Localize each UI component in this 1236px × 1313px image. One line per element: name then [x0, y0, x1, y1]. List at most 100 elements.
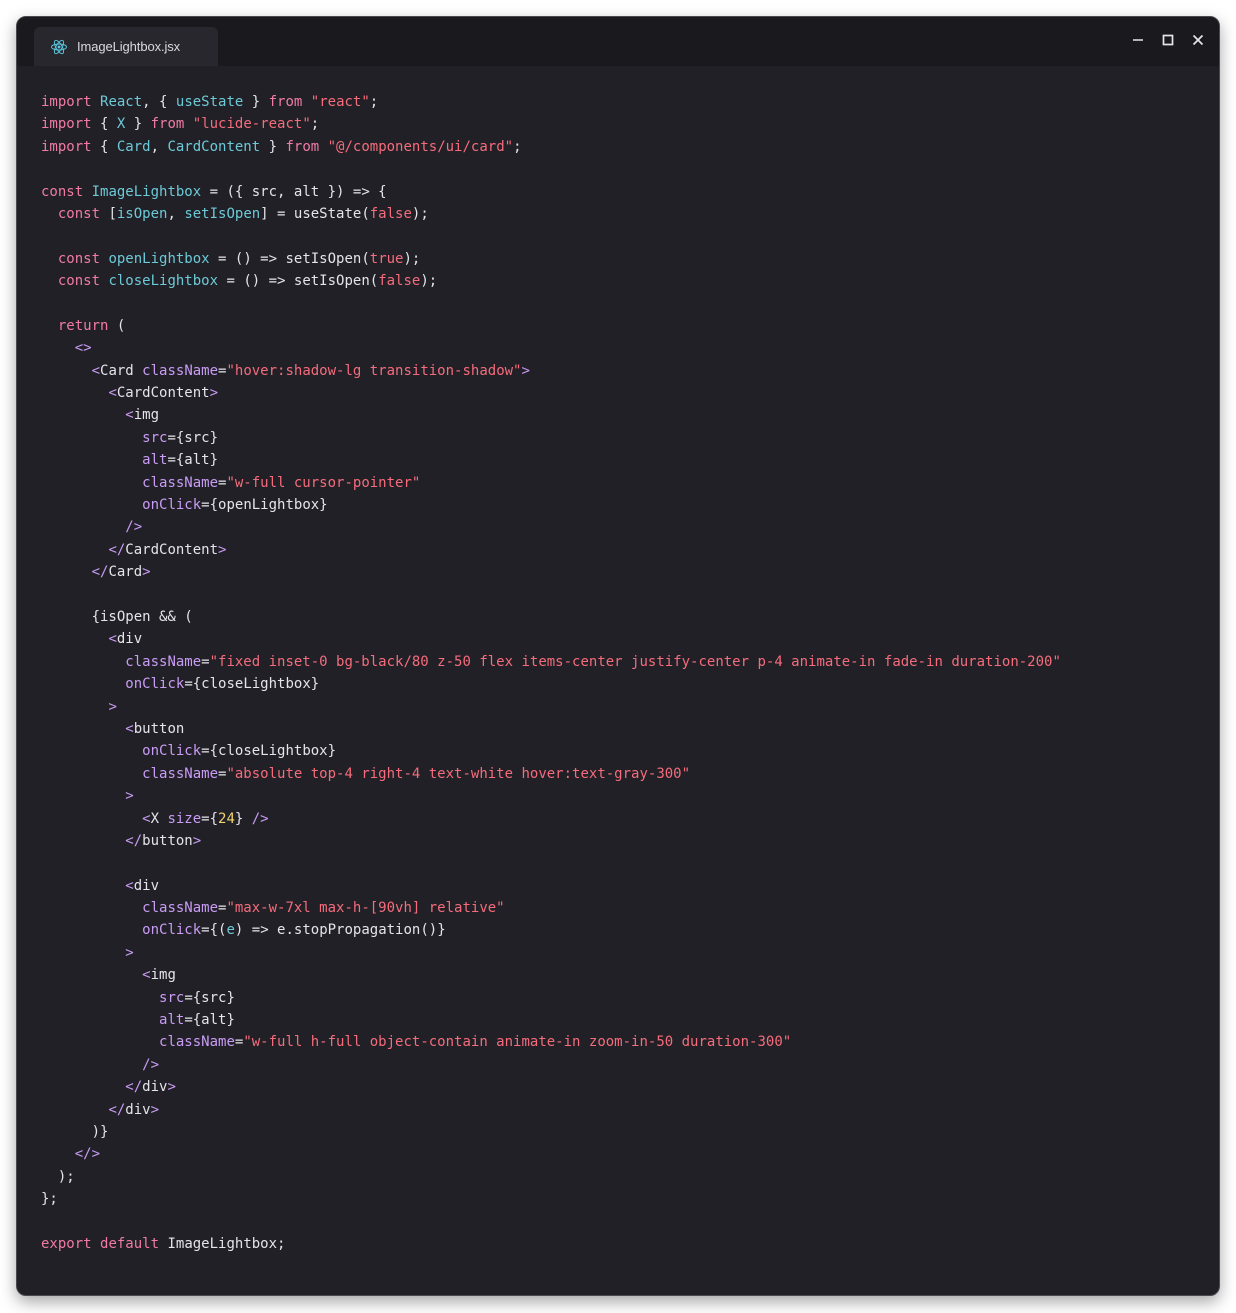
code-line: <>: [41, 337, 1209, 359]
code-token: />: [125, 519, 143, 536]
code-token: e: [226, 922, 235, 939]
code-token: const: [57, 205, 101, 222]
tab-imagelightbox[interactable]: ImageLightbox.jsx: [34, 27, 218, 66]
code-token: = () => setIsOpen(: [218, 273, 379, 290]
code-token: button: [142, 832, 193, 849]
code-line: </div>: [41, 1076, 1209, 1098]
code-token: className: [125, 653, 202, 670]
code-token: onClick: [125, 676, 185, 693]
code-token: <>: [74, 340, 92, 357]
code-token: );: [420, 273, 438, 290]
code-line: );: [41, 1166, 1209, 1188]
code-token: >: [209, 385, 219, 402]
tab-label: ImageLightbox.jsx: [77, 39, 181, 54]
code-line: className="w-full cursor-pointer": [41, 472, 1209, 494]
code-token: false: [378, 273, 421, 290]
code-token: onClick: [142, 922, 202, 939]
code-token: >: [218, 541, 227, 558]
code-token: )}: [41, 1123, 109, 1140]
code-line: />: [41, 1054, 1209, 1076]
code-token: className: [142, 362, 219, 379]
code-token: "absolute top-4 right-4 text-white hover…: [226, 765, 691, 782]
code-line: import { X } from "lucide-react";: [41, 113, 1209, 135]
code-token: }: [260, 138, 286, 155]
code-line: const [isOpen, setIsOpen] = useState(fal…: [41, 203, 1209, 225]
code-token: >: [125, 944, 134, 961]
code-editor[interactable]: import React, { useState } from "react";…: [41, 91, 1209, 1255]
code-token: <: [91, 362, 101, 379]
code-token: ) => e.stopPropagation()}: [234, 922, 446, 939]
code-token: >: [150, 1101, 160, 1118]
code-token: };: [41, 1191, 58, 1208]
code-token: />: [142, 1056, 160, 1073]
code-line: onClick={(e) => e.stopPropagation()}: [41, 919, 1209, 941]
code-token: return: [57, 317, 109, 334]
close-icon[interactable]: [1189, 31, 1207, 49]
code-token: X: [150, 810, 168, 827]
maximize-icon[interactable]: [1159, 31, 1177, 49]
code-token: </>: [74, 1146, 101, 1163]
code-token: >: [167, 1079, 176, 1096]
code-line: <button: [41, 718, 1209, 740]
code-token: >: [142, 564, 151, 581]
code-token: </: [91, 564, 109, 581]
code-token: >: [192, 832, 202, 849]
code-token: <: [125, 877, 134, 894]
code-token: );: [41, 1168, 75, 1185]
code-token: import: [41, 138, 92, 155]
code-token: Card: [116, 138, 151, 155]
code-token: import: [41, 94, 92, 110]
minimize-icon[interactable]: [1129, 31, 1147, 49]
editor-window: ImageLightbox.jsx import React, { useSta…: [16, 16, 1220, 1296]
code-token: img: [133, 407, 160, 424]
code-token: <: [125, 407, 134, 424]
code-line: const ImageLightbox = ({ src, alt }) => …: [41, 181, 1209, 203]
code-line: import { Card, CardContent } from "@/com…: [41, 136, 1209, 158]
code-line: onClick={closeLightbox}: [41, 740, 1209, 762]
code-line: </div>: [41, 1099, 1209, 1121]
react-icon: [50, 38, 68, 56]
code-line: >: [41, 696, 1209, 718]
code-token: div: [125, 1101, 151, 1118]
code-token: CardContent: [125, 541, 219, 558]
code-token: </: [108, 541, 126, 558]
code-token: ;: [369, 94, 379, 110]
code-token: ] = useState(: [260, 205, 370, 222]
code-block: import React, { useState } from "react";…: [41, 91, 1209, 1255]
code-token: className: [142, 765, 219, 782]
code-token: ={: [201, 810, 219, 827]
code-line: <div: [41, 875, 1209, 897]
code-token: 24: [218, 810, 235, 827]
code-line: src={src}: [41, 427, 1209, 449]
code-token: import: [41, 116, 92, 133]
code-token: , {: [142, 94, 176, 110]
code-token: setIsOpen: [184, 205, 261, 222]
code-line: src={src}: [41, 987, 1209, 1009]
code-token: ={closeLightbox}: [184, 676, 320, 693]
code-line: alt={alt}: [41, 449, 1209, 471]
code-line: export default ImageLightbox;: [41, 1233, 1209, 1255]
code-token: const: [57, 250, 101, 267]
window-controls: [1129, 31, 1207, 49]
code-token: }: [243, 94, 269, 110]
